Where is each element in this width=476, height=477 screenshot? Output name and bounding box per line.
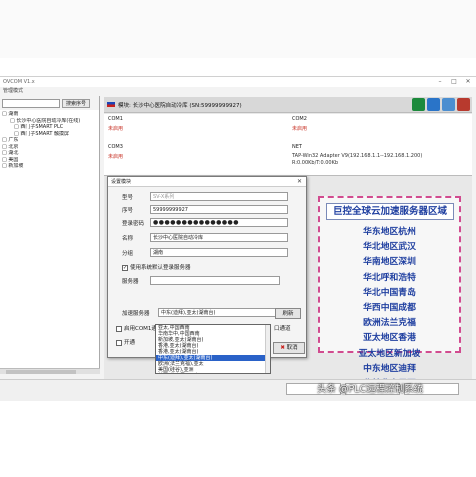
close-icon[interactable]: ✕	[464, 78, 472, 85]
port-name: NET	[292, 144, 302, 150]
window-titlebar: OVCOM V1.x – □ ✕	[0, 77, 476, 87]
scrollbar-thumb[interactable]	[6, 370, 76, 374]
search-input[interactable]	[2, 98, 60, 108]
region-item: 华北中国青岛	[363, 287, 416, 298]
label-model: 型号	[122, 195, 134, 201]
window-title: OVCOM V1.x	[3, 79, 35, 85]
default-server-label: 使用系统默认登录服务器	[130, 265, 191, 271]
net-traffic: R:0.00Kb/T:0.00Kb	[292, 160, 339, 166]
port-state: 未启用	[108, 126, 124, 132]
server-field[interactable]	[150, 276, 280, 285]
region-item: 亚太地区新加坡	[358, 348, 421, 359]
port-state: 未启用	[108, 154, 124, 160]
label-accel: 加速服务器	[122, 311, 150, 317]
com3-label: 开通	[124, 340, 136, 346]
tree-item[interactable]: □ 新加坡	[2, 163, 97, 170]
device-header: 模块: 长沙中心医院自动冷库 (SN:59999999927)	[104, 97, 472, 113]
row-default-server: ✓ 使用系统默认登录服务器	[122, 263, 302, 271]
panel-title: 巨控全球云加速服务器区域	[326, 203, 454, 220]
serial-field[interactable]: 59999999927	[150, 205, 288, 214]
dialog-titlebar: 设置模块 ✕	[108, 177, 306, 187]
port-state: 未启用	[292, 126, 308, 132]
port-name: COM2	[292, 116, 307, 122]
connect-icon[interactable]	[412, 98, 425, 111]
server-region-panel: 巨控全球云加速服务器区域 华东地区杭州 华北地区武汉 华南地区深圳 华北呼和浩特 华北中…	[318, 196, 461, 389]
port-status-area: COM1 未启用 COM2 未启用 COM3 未启用 NET TAP-Win32…	[104, 114, 472, 176]
port-com2: COM2 未启用	[292, 116, 472, 132]
com1-checkbox[interactable]	[116, 325, 122, 332]
port-com1: COM1 未启用	[108, 116, 288, 132]
model-field: SV-X系列	[150, 192, 288, 201]
password-field[interactable]: ●●●●●●●●●●●●●●●	[150, 218, 288, 227]
region-item: 华北地区武汉	[363, 242, 416, 253]
region-list: 华东地区杭州 华北地区武汉 华南地区深圳 华北呼和浩特 华北中国青岛 华西中国成都 欧洲法兰…	[320, 224, 459, 391]
watermark: 头条 @PLC远程控制系统	[317, 384, 424, 395]
port-net: NET TAP-Win32 Adapter V9(192.168.1.1--19…	[292, 144, 472, 167]
port-name: COM3	[108, 144, 123, 150]
label-name: 名称	[122, 236, 134, 242]
maximize-icon[interactable]: □	[450, 78, 458, 85]
horizontal-scrollbar[interactable]	[0, 368, 100, 374]
label-serial: 序号	[122, 208, 134, 214]
label-server: 服务器	[122, 279, 139, 285]
dropdown-option[interactable]: 美国(弗吉尼亚),欧洲	[156, 373, 270, 374]
device-tree: □ 湖南 □ 长沙中心医院自动冷库(在线) □ 西门子SMART PLC □ 西门子S…	[0, 110, 99, 171]
settings-gear-icon[interactable]	[427, 98, 440, 111]
menu-bar: 管理模式	[0, 87, 476, 95]
region-item: 中东地区迪拜	[363, 363, 416, 374]
region-item: 华北呼和浩特	[363, 272, 416, 283]
port-com3: COM3 未启用	[108, 144, 288, 160]
com3-checkbox[interactable]	[116, 339, 122, 346]
region-item: 华西中国成都	[363, 302, 416, 313]
group-select[interactable]: 湖南	[150, 248, 288, 257]
label-group: 分组	[122, 251, 134, 257]
background-top	[0, 0, 476, 58]
com2-suffix: 口通道	[274, 326, 291, 332]
stop-icon[interactable]	[457, 98, 470, 111]
region-item: 欧洲法兰克福	[363, 318, 416, 329]
port-name: COM1	[108, 116, 123, 122]
net-adapter: TAP-Win32 Adapter V9(192.168.1.1--192.16…	[292, 153, 423, 159]
accel-server-dropdown[interactable]: 亚太,中国西南 华南华中,中国西南 新加坡,亚太(湖南台) 香港,亚太(湖南台) 香港,…	[155, 324, 271, 374]
red-x-icon: ✖	[280, 345, 285, 351]
device-tree-panel: 搜索序号 □ 湖南 □ 长沙中心医院自动冷库(在线) □ 西门子SMART PLC □…	[0, 96, 100, 374]
dropdown-scrollbar[interactable]	[265, 325, 270, 373]
cancel-label: 取消	[286, 345, 298, 351]
default-server-checkbox[interactable]: ✓	[122, 264, 128, 271]
region-item: 华南地区深圳	[363, 257, 416, 268]
menu-manage-mode[interactable]: 管理模式	[3, 88, 23, 94]
region-item: 亚太地区香港	[363, 333, 416, 344]
device-title: 模块: 长沙中心医院自动冷库 (SN:59999999927)	[118, 103, 242, 109]
row-com2: 口通道	[274, 324, 308, 332]
dialog-title: 设置模块	[111, 179, 132, 185]
cancel-button[interactable]: ✖ 取消	[273, 342, 305, 354]
refresh-button[interactable]: 刷新	[275, 308, 301, 319]
accel-server-select[interactable]: 中东(迪拜),亚太(湖南台)	[158, 308, 276, 317]
region-item: 华东地区杭州	[363, 227, 416, 237]
name-field[interactable]: 长沙中心医院自动冷库	[150, 233, 288, 242]
network-icon[interactable]	[442, 98, 455, 111]
minimize-icon[interactable]: –	[436, 78, 444, 85]
label-password: 登录密码	[122, 221, 145, 227]
dialog-close-icon[interactable]: ✕	[297, 177, 302, 187]
russia-flag-icon	[107, 102, 115, 107]
search-serial-button[interactable]: 搜索序号	[62, 98, 91, 108]
